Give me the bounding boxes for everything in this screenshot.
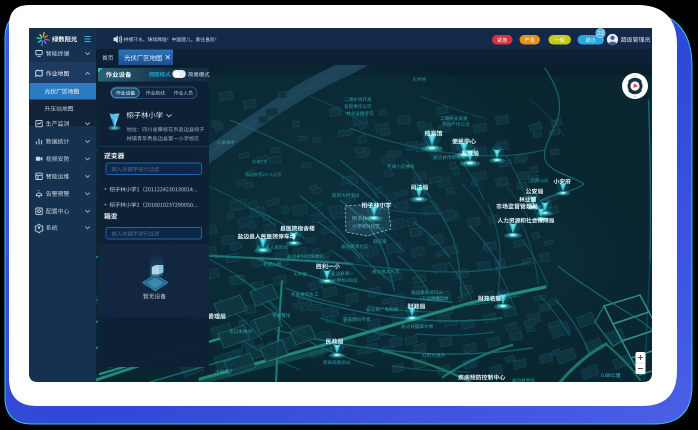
svg-text:23: 23: [597, 31, 603, 37]
